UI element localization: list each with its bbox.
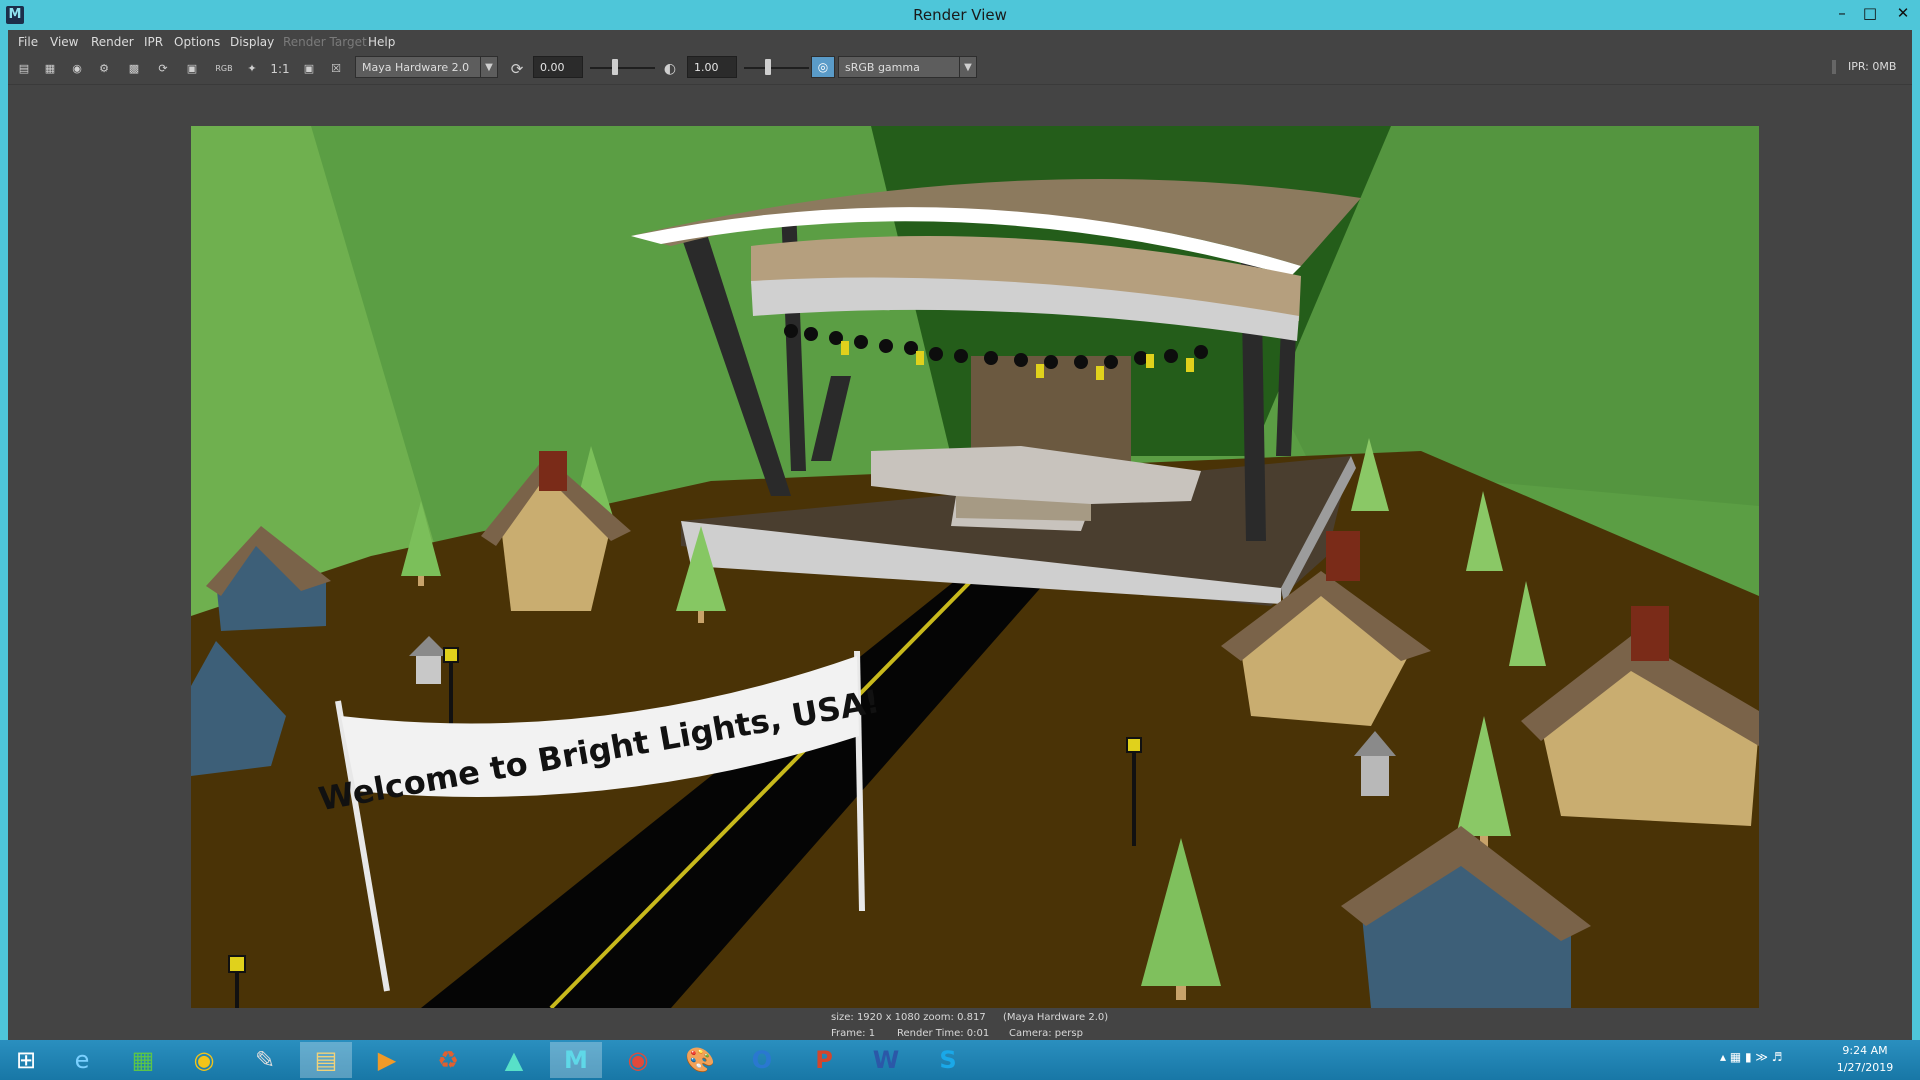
clear-region-icon[interactable]: ☒ xyxy=(327,60,345,78)
stop-render-icon[interactable]: ⟳ xyxy=(154,60,172,78)
info-size-zoom: size: 1920 x 1080 zoom: 0.817 xyxy=(831,1012,986,1023)
chrome-canary-icon[interactable]: ◉ xyxy=(178,1042,230,1078)
maya-launcher-icon[interactable]: ▲ xyxy=(488,1042,540,1078)
menu-view[interactable]: View xyxy=(50,30,78,54)
skype-icon[interactable]: S xyxy=(922,1042,974,1078)
redo-render-icon[interactable]: ▤ xyxy=(15,60,33,78)
display-region-icon[interactable]: ▣ xyxy=(300,60,318,78)
exposure-slider-track[interactable] xyxy=(590,67,655,69)
info-render-time: Render Time: 0:01 xyxy=(897,1028,990,1039)
clock-time: 9:24 AM xyxy=(1842,1044,1888,1057)
menu-display[interactable]: Display xyxy=(230,30,274,54)
menu-render[interactable]: Render xyxy=(91,30,134,54)
exposure-slider-handle[interactable] xyxy=(612,59,618,75)
real-size-button[interactable]: 1:1 xyxy=(270,60,290,78)
paint-icon[interactable]: 🎨 xyxy=(674,1042,726,1078)
menu-file[interactable]: File xyxy=(18,30,38,54)
clock-date: 1/27/2019 xyxy=(1836,1061,1894,1074)
snapshot-icon[interactable]: ◉ xyxy=(68,60,86,78)
rgb-channel-button[interactable]: RGB xyxy=(215,60,233,78)
info-renderer: (Maya Hardware 2.0) xyxy=(1003,1012,1109,1023)
colorspace-dropdown[interactable]: sRGB gamma xyxy=(838,56,963,78)
remove-image-icon[interactable]: ✦ xyxy=(243,60,261,78)
chrome-icon[interactable]: ◉ xyxy=(612,1042,664,1078)
color-management-icon[interactable]: ◎ xyxy=(811,56,835,78)
system-clock[interactable]: 9:24 AM 1/27/2019 xyxy=(1820,1042,1910,1076)
rendered-image: Welcome to Bright Lights, USA! xyxy=(191,126,1759,1008)
renderer-dropdown[interactable]: Maya Hardware 2.0 xyxy=(355,56,485,78)
gamma-field[interactable]: 1.00 xyxy=(687,56,737,78)
close-button[interactable]: ✕ xyxy=(1886,0,1920,26)
gamma-slider-track[interactable] xyxy=(744,67,809,69)
ipr-pause-icon[interactable] xyxy=(1832,60,1836,74)
outlook-icon[interactable]: O xyxy=(736,1042,788,1078)
render-region-icon[interactable]: ▦ xyxy=(41,60,59,78)
renderer-dropdown-arrow[interactable]: ▼ xyxy=(480,56,498,78)
exposure-field[interactable]: 0.00 xyxy=(533,56,583,78)
ipr-memory-label: IPR: 0MB xyxy=(1848,60,1897,73)
info-camera: Camera: persp xyxy=(1009,1028,1083,1039)
uninstaller-icon[interactable]: ♻ xyxy=(422,1042,474,1078)
maya-icon[interactable]: M xyxy=(550,1042,602,1078)
menu-ipr[interactable]: IPR xyxy=(144,30,163,54)
colorspace-dropdown-arrow[interactable]: ▼ xyxy=(959,56,977,78)
file-explorer-icon[interactable]: ▤ xyxy=(300,1042,352,1078)
menu-help[interactable]: Help xyxy=(368,30,395,54)
gamma-slider-handle[interactable] xyxy=(765,59,771,75)
ipr-render-icon[interactable]: ⚙ xyxy=(95,60,113,78)
window-title: Render View xyxy=(913,6,1007,24)
word-icon[interactable]: W xyxy=(860,1042,912,1078)
internet-explorer-icon[interactable]: e xyxy=(56,1042,108,1078)
maximize-button[interactable]: □ xyxy=(1853,0,1887,26)
tray-icons[interactable]: ▴ ▦ ▮ ≫ ♬ xyxy=(1720,1050,1783,1064)
gamma-icon[interactable]: ◐ xyxy=(661,60,679,78)
menu-options[interactable]: Options xyxy=(174,30,220,54)
menu-render-target[interactable]: Render Target xyxy=(283,30,367,54)
info-frame: Frame: 1 xyxy=(831,1028,876,1039)
refresh-ipr-icon[interactable]: ▩ xyxy=(125,60,143,78)
exposure-icon[interactable]: ⟳ xyxy=(508,60,526,78)
keep-image-icon[interactable]: ▣ xyxy=(183,60,201,78)
powerpoint-icon[interactable]: P xyxy=(798,1042,850,1078)
store-icon[interactable]: ▦ xyxy=(117,1042,169,1078)
start-icon[interactable]: ⊞ xyxy=(0,1042,52,1078)
notes-app-icon[interactable]: ✎ xyxy=(239,1042,291,1078)
media-player-icon[interactable]: ▶ xyxy=(361,1042,413,1078)
